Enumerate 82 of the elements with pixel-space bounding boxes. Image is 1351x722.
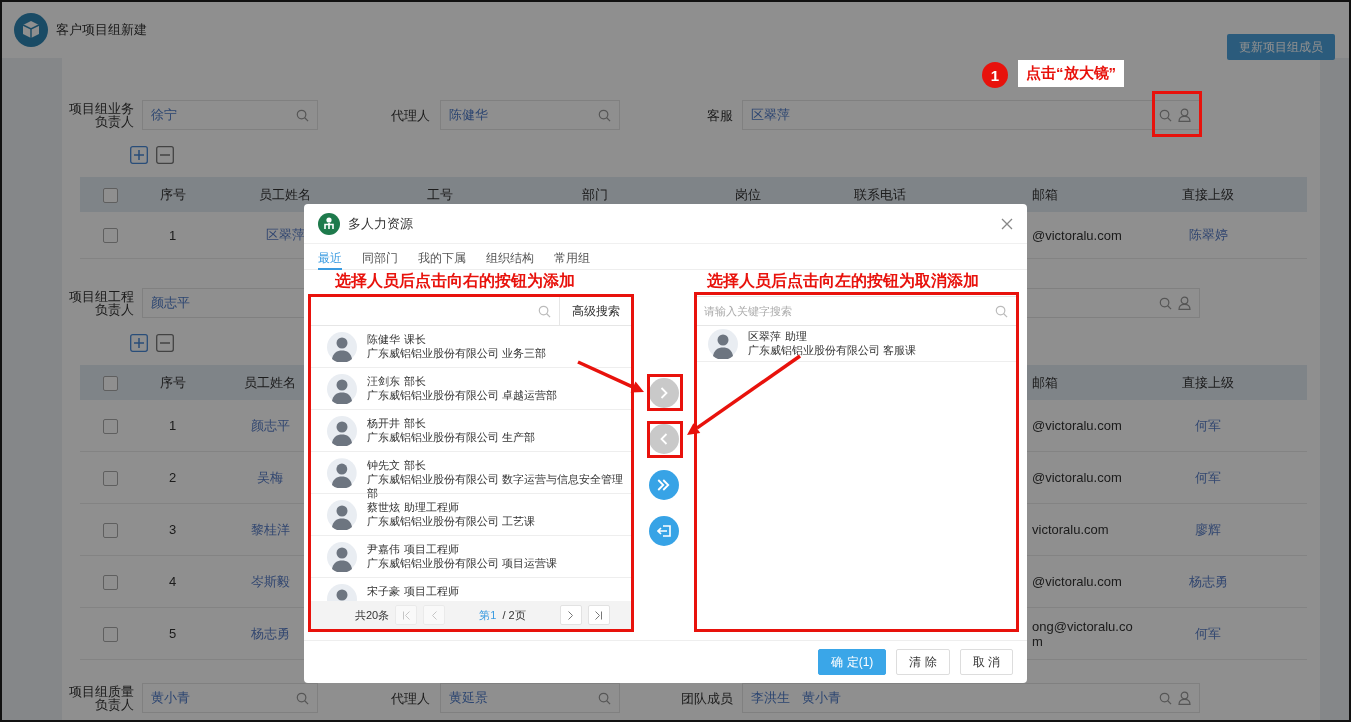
column-header: 直接上级	[1182, 186, 1234, 202]
job-title: 项目工程师	[404, 584, 459, 598]
person-name: 蔡世炫	[367, 500, 400, 514]
table-cell: 4	[168, 574, 177, 589]
table-cell: 杨志勇	[250, 625, 290, 641]
selected-person: 黄小青	[802, 689, 841, 707]
column-header: 岗位	[734, 186, 761, 202]
table-cell: 岑斯毅	[250, 573, 290, 589]
table-cell: 黎桂洋	[250, 521, 290, 537]
selected-person: 区翠萍	[751, 106, 790, 124]
column-header: 联系电话	[854, 186, 906, 202]
column-header: 员工姓名	[244, 374, 296, 390]
job-title: 助理	[785, 329, 807, 343]
table-cell: 1	[168, 227, 177, 243]
table-cell: 吴梅	[257, 469, 283, 485]
placeholder-text: 请输入关键字搜索	[704, 303, 793, 319]
column-header: 邮箱	[1032, 374, 1058, 390]
table-cell: 2	[168, 470, 177, 485]
total-count: 共20条	[355, 607, 390, 623]
table-cell: 何军	[1195, 625, 1221, 641]
person-name: 区翠萍	[748, 329, 781, 343]
table-cell: 廖辉	[1195, 521, 1221, 537]
person-name: 汪剑东	[367, 374, 400, 388]
selected-person: 徐宁	[151, 106, 177, 124]
annotation-note: 选择人员后点击向左的按钮为取消添加	[707, 271, 979, 291]
table-cell: 颜志平	[250, 417, 290, 433]
current-page: 第1	[479, 607, 497, 623]
column-header: 序号	[159, 186, 186, 202]
page-title: 客户项目组新建	[56, 21, 147, 39]
page-count: / 2页	[502, 607, 526, 623]
step-note: 点击“放大镜”	[1018, 60, 1124, 87]
job-title: 项目工程师	[404, 542, 459, 556]
selected-person: 颜志平	[151, 294, 190, 312]
table-cell: @victoralu.com	[1032, 227, 1122, 243]
company-department: 广东威铝铝业股份有限公司 生产部	[367, 430, 536, 444]
column-header: 直接上级	[1182, 374, 1234, 390]
field-label: 客服	[706, 108, 734, 122]
field-label: 代理人	[390, 691, 431, 705]
table-cell: 区翠萍	[265, 227, 305, 242]
column-header: 序号	[159, 374, 186, 390]
field-label: 项目组工程负责人	[68, 290, 135, 316]
job-title: 助理工程师	[404, 500, 459, 514]
selected-person: 黄延景	[449, 689, 488, 707]
job-title: 部长	[404, 416, 426, 430]
person-name: 陈健华	[367, 332, 400, 346]
person-name: 宋子豪	[367, 584, 400, 598]
field-label: 团队成员	[680, 691, 734, 705]
table-cell: 陈翠婷	[1188, 227, 1228, 242]
company-department: 广东威铝铝业股份有限公司 业务三部	[367, 346, 547, 360]
person-name: 尹嘉伟	[367, 542, 400, 556]
table-cell: @victoralu.com	[1032, 470, 1122, 485]
field-label: 代理人	[390, 108, 431, 122]
field-label: 项目组业务负责人	[68, 102, 135, 128]
table-cell: 1	[168, 418, 177, 433]
job-title: 部长	[403, 458, 426, 472]
table-cell: 3	[168, 522, 177, 537]
company-department: 广东威铝铝业股份有限公司 工艺课	[367, 514, 536, 528]
job-title: 部长	[404, 374, 426, 388]
job-title: 课长	[404, 332, 426, 346]
table-cell: 5	[168, 626, 177, 641]
selected-person: 李洪生	[751, 689, 790, 707]
annotation-note: 选择人员后点击向右的按钮为添加	[335, 271, 575, 291]
column-header: 员工姓名	[259, 186, 311, 202]
column-header: 部门	[582, 186, 608, 202]
table-cell: @victoralu.com	[1032, 418, 1122, 433]
column-header: 工号	[427, 186, 453, 202]
table-cell: @victoralu.com	[1032, 574, 1122, 589]
column-header: 邮箱	[1032, 186, 1058, 202]
table-cell: victoralu.com	[1032, 522, 1109, 537]
person-name: 钟先文	[366, 458, 400, 472]
company-department: 广东威铝铝业股份有限公司 卓越运营部	[367, 388, 558, 402]
table-cell: 何军	[1195, 469, 1221, 485]
table-cell: 何军	[1195, 417, 1221, 433]
person-name: 杨开井	[367, 416, 400, 430]
company-department: 广东威铝铝业股份有限公司 项目运营课	[367, 556, 558, 570]
dialog-title: 多人力资源	[348, 214, 413, 233]
selected-person: 黄小青	[151, 689, 190, 707]
table-cell-text: ong@victoralu.com	[1032, 618, 1134, 649]
company-department: 广东威铝铝业股份有限公司 客服课	[748, 343, 917, 357]
field-label: 项目组质量负责人	[68, 685, 135, 711]
selected-person: 陈健华	[449, 106, 488, 124]
table-cell: 杨志勇	[1188, 573, 1228, 589]
